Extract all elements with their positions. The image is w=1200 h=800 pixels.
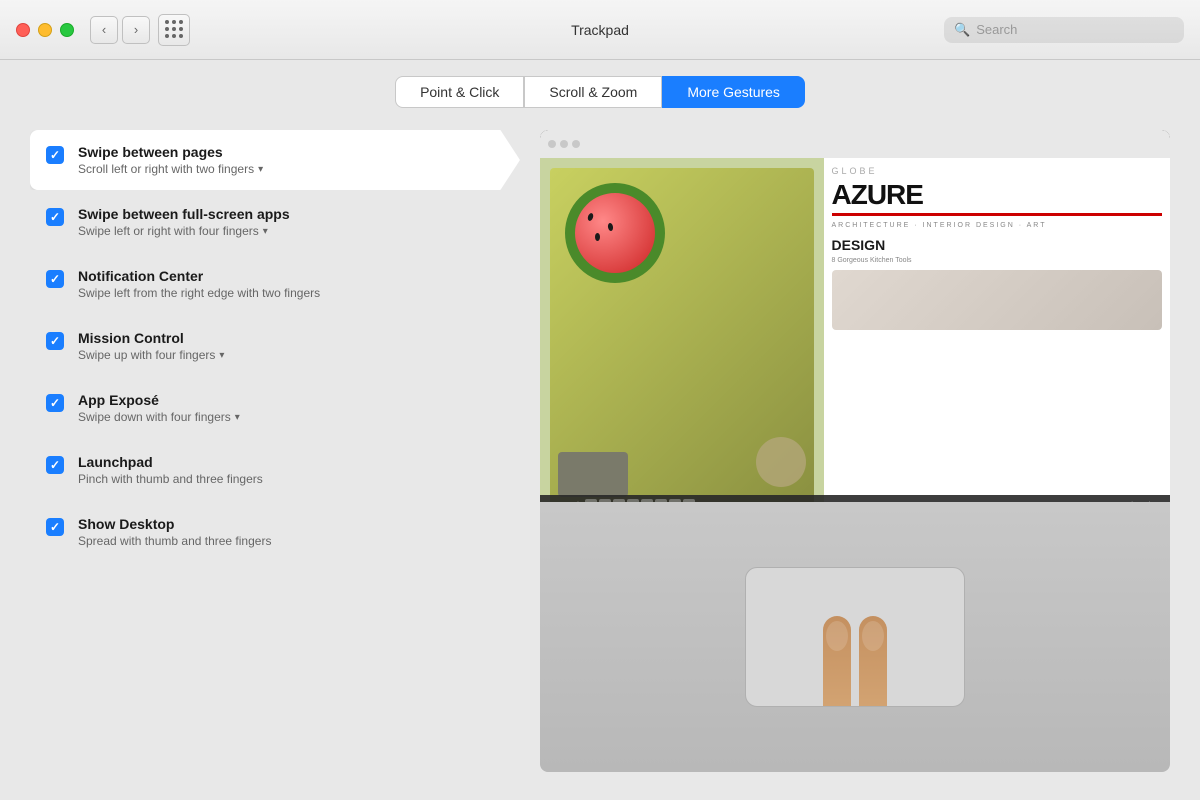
checkbox-swipe-pages[interactable] [46, 146, 64, 164]
tab-scroll-zoom[interactable]: Scroll & Zoom [524, 76, 662, 108]
browser-right-panel: GLOBE AZURE ARCHITECTURE · INTERIOR DESI… [824, 158, 1171, 515]
checkbox-launchpad[interactable] [46, 456, 64, 474]
azure-subtitle: ARCHITECTURE · INTERIOR DESIGN · ART [832, 222, 1163, 229]
close-button[interactable] [16, 23, 30, 37]
setting-text-launchpad: Launchpad Pinch with thumb and three fin… [78, 454, 504, 486]
forward-button[interactable]: › [122, 16, 150, 44]
chevron-down-icon: ▾ [258, 164, 263, 175]
tab-bar: Point & Click Scroll & Zoom More Gesture… [0, 60, 1200, 120]
setting-desc-app-expose: Swipe down with four fingers ▾ [78, 410, 504, 424]
setting-swipe-fullscreen[interactable]: Swipe between full-screen apps Swipe lef… [30, 192, 520, 252]
title-bar: ‹ › Trackpad 🔍 Search [0, 0, 1200, 60]
grid-icon [165, 20, 184, 39]
setting-swipe-pages[interactable]: Swipe between pages Scroll left or right… [30, 130, 520, 190]
setting-text-show-desktop: Show Desktop Spread with thumb and three… [78, 516, 504, 548]
setting-title-show-desktop: Show Desktop [78, 516, 504, 532]
search-icon: 🔍 [954, 22, 970, 38]
preview-image: GLOBE AZURE ARCHITECTURE · INTERIOR DESI… [540, 130, 1170, 772]
finger-1 [823, 616, 851, 707]
browser-dot-3 [572, 140, 580, 148]
settings-panel: Swipe between pages Scroll left or right… [30, 130, 520, 772]
browser-dot-1 [548, 140, 556, 148]
setting-title-swipe-fullscreen: Swipe between full-screen apps [78, 206, 504, 222]
browser-content: GLOBE AZURE ARCHITECTURE · INTERIOR DESI… [540, 158, 1170, 515]
setting-text-swipe-pages: Swipe between pages Scroll left or right… [78, 144, 480, 176]
setting-title-app-expose: App Exposé [78, 392, 504, 408]
maximize-button[interactable] [60, 23, 74, 37]
setting-show-desktop[interactable]: Show Desktop Spread with thumb and three… [30, 502, 520, 562]
laptop-preview: GLOBE AZURE ARCHITECTURE · INTERIOR DESI… [540, 130, 1170, 515]
setting-notification-center[interactable]: Notification Center Swipe left from the … [30, 254, 520, 314]
setting-title-launchpad: Launchpad [78, 454, 504, 470]
finger-2 [859, 616, 887, 707]
chevron-down-icon: ▾ [263, 226, 268, 237]
fingers-visual [823, 616, 887, 707]
chevron-down-icon: ▾ [235, 412, 240, 423]
design-label: DESIGN [832, 237, 1163, 253]
setting-text-notification-center: Notification Center Swipe left from the … [78, 268, 504, 300]
setting-text-swipe-fullscreen: Swipe between full-screen apps Swipe lef… [78, 206, 504, 238]
tab-point-click[interactable]: Point & Click [395, 76, 524, 108]
setting-mission-control[interactable]: Mission Control Swipe up with four finge… [30, 316, 520, 376]
azure-tagline: GLOBE [832, 166, 1163, 176]
nav-buttons: ‹ › [90, 16, 150, 44]
window-title: Trackpad [571, 22, 629, 38]
checkbox-notification-center[interactable] [46, 270, 64, 288]
setting-desc-launchpad: Pinch with thumb and three fingers [78, 472, 504, 486]
setting-title-mission-control: Mission Control [78, 330, 504, 346]
browser-chrome [540, 130, 1170, 158]
setting-text-app-expose: App Exposé Swipe down with four fingers … [78, 392, 504, 424]
browser-left-panel [540, 158, 824, 515]
design-sub: 8 Gorgeous Kitchen Tools [832, 257, 1163, 264]
setting-desc-swipe-pages: Scroll left or right with two fingers ▾ [78, 162, 480, 176]
search-input[interactable]: Search [976, 22, 1017, 37]
azure-logo: AZURE [832, 179, 1163, 216]
minimize-button[interactable] [38, 23, 52, 37]
setting-title-notification-center: Notification Center [78, 268, 504, 284]
trackpad-surface [745, 567, 965, 707]
back-icon: ‹ [102, 22, 106, 37]
tab-more-gestures[interactable]: More Gestures [662, 76, 805, 108]
forward-icon: › [134, 22, 138, 37]
checkbox-app-expose[interactable] [46, 394, 64, 412]
browser-dot-2 [560, 140, 568, 148]
setting-desc-mission-control: Swipe up with four fingers ▾ [78, 348, 504, 362]
chevron-down-icon: ▾ [219, 350, 224, 361]
setting-desc-show-desktop: Spread with thumb and three fingers [78, 534, 504, 548]
back-button[interactable]: ‹ [90, 16, 118, 44]
setting-launchpad[interactable]: Launchpad Pinch with thumb and three fin… [30, 440, 520, 500]
search-box[interactable]: 🔍 Search [944, 17, 1184, 43]
checkbox-mission-control[interactable] [46, 332, 64, 350]
setting-desc-swipe-fullscreen: Swipe left or right with four fingers ▾ [78, 224, 504, 238]
checkbox-swipe-fullscreen[interactable] [46, 208, 64, 226]
setting-title-swipe-pages: Swipe between pages [78, 144, 480, 160]
checkbox-show-desktop[interactable] [46, 518, 64, 536]
setting-text-mission-control: Mission Control Swipe up with four finge… [78, 330, 504, 362]
design-image [832, 270, 1163, 330]
trackpad-area [540, 502, 1170, 772]
grid-view-button[interactable] [158, 14, 190, 46]
setting-app-expose[interactable]: App Exposé Swipe down with four fingers … [30, 378, 520, 438]
main-content: Swipe between pages Scroll left or right… [0, 120, 1200, 792]
setting-desc-notification-center: Swipe left from the right edge with two … [78, 286, 504, 300]
preview-panel: GLOBE AZURE ARCHITECTURE · INTERIOR DESI… [540, 130, 1170, 772]
traffic-lights [16, 23, 74, 37]
